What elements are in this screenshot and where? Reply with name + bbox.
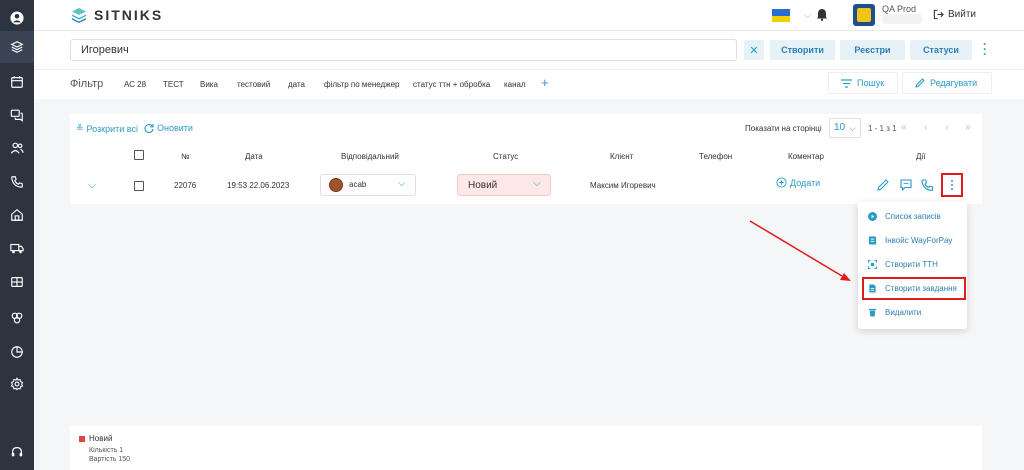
annotation-arrow [749, 220, 851, 281]
status-summary: Новий Кількість 1 Вартість 150 [70, 426, 982, 470]
status-color-swatch [79, 436, 85, 442]
summary-status-name: Новий [89, 434, 113, 443]
summary-count: Кількість 1 [89, 447, 124, 454]
summary-value: Вартість 150 [89, 456, 131, 463]
